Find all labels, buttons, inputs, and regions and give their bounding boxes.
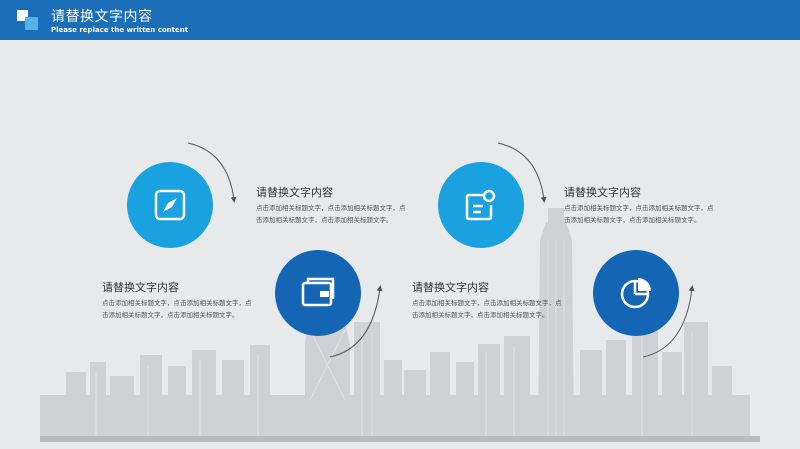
feature-circle-2[interactable] [275,250,361,336]
feature-circle-3[interactable] [438,162,524,248]
item-2-heading[interactable]: 请替换文字内容 [102,279,179,295]
item-1-body[interactable]: 点击添加相关标题文字，点击添加相关标题文字，点击添加相关标题文字，点击添加相关标… [256,202,406,226]
message-icon [465,189,496,221]
item-4-heading[interactable]: 请替换文字内容 [412,279,489,295]
item-2-body[interactable]: 点击添加相关标题文字，点击添加相关标题文字，点击添加相关标题文字，点击添加相关标… [102,297,252,321]
pie-chart-icon [620,278,651,309]
item-1-heading[interactable]: 请替换文字内容 [256,184,333,200]
feature-circle-4[interactable] [593,250,679,336]
feature-circle-1[interactable] [127,162,213,248]
compass-icon [154,189,186,221]
wallet-icon [301,277,335,307]
item-3-heading[interactable]: 请替换文字内容 [564,184,641,200]
item-3-body[interactable]: 点击添加相关标题文字，点击添加相关标题文字，点击添加相关标题文字，点击添加相关标… [564,202,714,226]
item-4-body[interactable]: 点击添加相关标题文字，点击添加相关标题文字，点击添加相关标题文字，点击添加相关标… [412,297,562,321]
